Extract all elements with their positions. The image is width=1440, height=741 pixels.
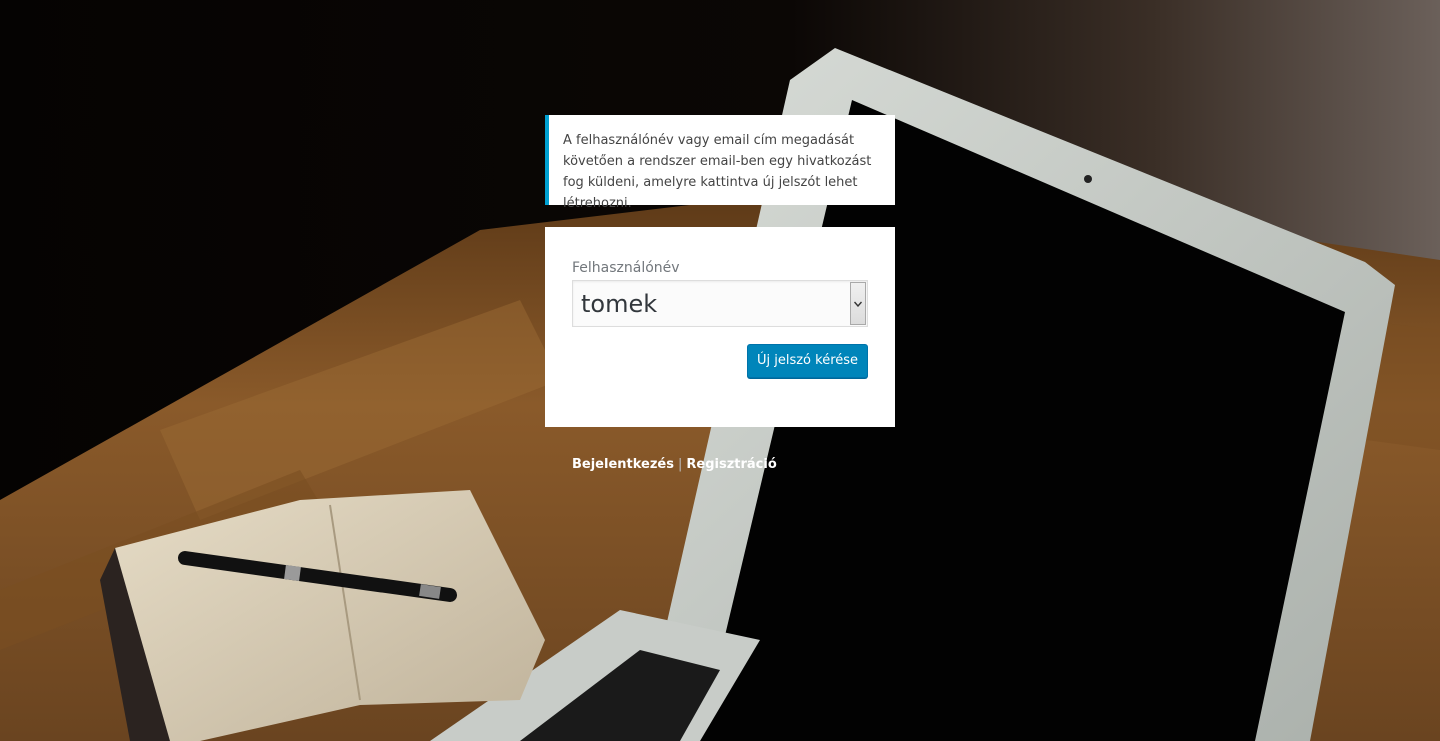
request-new-password-button[interactable]: Új jelszó kérése	[747, 344, 868, 378]
register-link[interactable]: Regisztráció	[686, 457, 776, 472]
info-message-text: A felhasználónév vagy email cím megadásá…	[563, 133, 872, 211]
lost-password-form: Felhasználónév tomek Új jelszó kérése	[545, 227, 895, 427]
login-nav: Bejelentkezés | Regisztráció	[572, 457, 777, 472]
username-select[interactable]: tomek	[572, 280, 868, 327]
login-link[interactable]: Bejelentkezés	[572, 457, 674, 472]
info-message: A felhasználónév vagy email cím megadásá…	[545, 115, 895, 211]
chevron-down-icon[interactable]	[850, 282, 866, 325]
nav-separator: |	[677, 457, 683, 472]
username-label: Felhasználónév	[572, 260, 680, 276]
username-select-value: tomek	[581, 290, 658, 318]
